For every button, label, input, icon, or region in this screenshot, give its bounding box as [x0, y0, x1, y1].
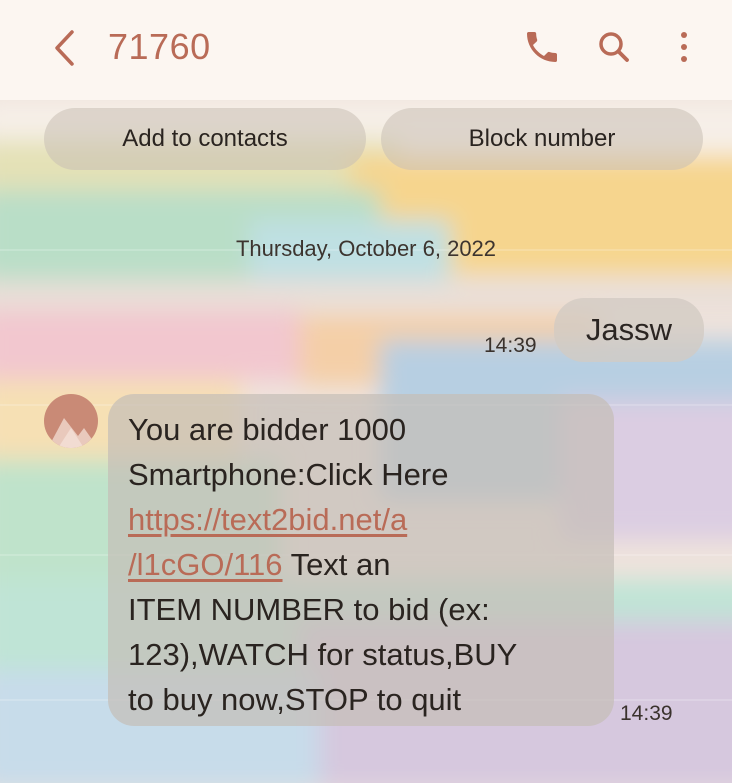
outgoing-timestamp: 14:39: [484, 334, 537, 357]
incoming-timestamp: 14:39: [620, 702, 673, 725]
search-button[interactable]: [594, 26, 634, 68]
back-button[interactable]: [48, 26, 84, 70]
date-separator: Thursday, October 6, 2022: [235, 236, 497, 261]
message-line: 123),WATCH for status,BUY: [128, 637, 518, 672]
block-number-button[interactable]: Block number: [381, 108, 703, 170]
message-line: ITEM NUMBER to bid (ex:: [128, 592, 490, 627]
contact-title: 71760: [108, 26, 211, 67]
incoming-message-text: You are bidder 1000 Smartphone:Click Her…: [128, 407, 614, 722]
back-chevron-icon: [55, 30, 74, 66]
message-link[interactable]: /l1cGO/116: [128, 547, 283, 582]
message-line: /l1cGO/116 Text an: [128, 542, 614, 587]
more-options-button[interactable]: [664, 26, 704, 68]
phone-icon: [527, 32, 557, 62]
message-text: Text an: [282, 547, 391, 582]
avatar-mountain-icon: [44, 394, 98, 448]
message-line: Smartphone:Click Here: [128, 457, 449, 492]
message-link[interactable]: https://text2bid.net/a: [128, 497, 614, 542]
message-line: to buy now,STOP to quit: [128, 682, 462, 717]
more-vert-icon: [681, 32, 687, 62]
sender-avatar[interactable]: [44, 394, 98, 448]
search-icon: [599, 32, 629, 62]
message-line: You are bidder 1000: [128, 412, 407, 447]
messages-app: 71760 Add to contacts Block number Thurs…: [0, 0, 732, 783]
add-to-contacts-button[interactable]: Add to contacts: [44, 108, 366, 170]
app-header: 71760: [0, 0, 732, 100]
call-button[interactable]: [522, 26, 562, 68]
outgoing-message-bubble[interactable]: Jassw: [554, 298, 704, 362]
